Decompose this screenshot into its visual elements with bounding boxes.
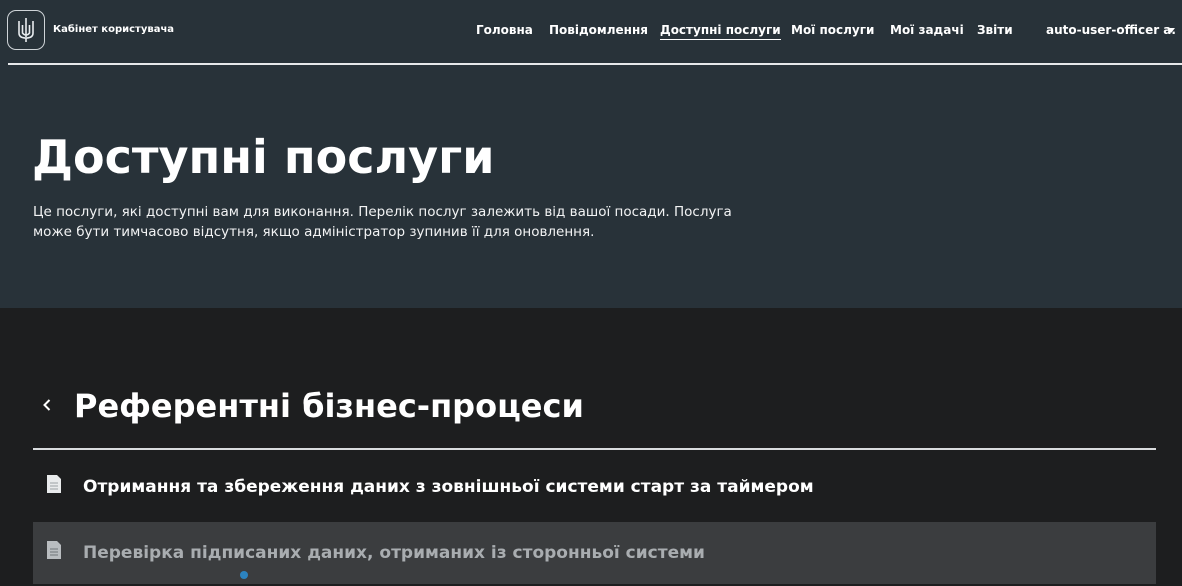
section-divider [33, 448, 1156, 450]
service-item-label: Перевірка підписаних даних, отриманих із… [83, 543, 705, 563]
service-item-label: Отримання та збереження даних з зовнішнь… [83, 477, 814, 497]
nav-my-tasks[interactable]: Мої задачі [890, 23, 964, 37]
page-description: Це послуги, які доступні вам для виконан… [33, 204, 732, 240]
nav-reports[interactable]: Звіти [977, 23, 1013, 37]
service-item[interactable]: Отримання та збереження даних з зовнішнь… [33, 456, 1156, 518]
nav-home[interactable]: Головна [476, 23, 533, 37]
nav-available-services[interactable]: Доступні послуги [660, 23, 781, 40]
nav-my-services[interactable]: Мої послуги [791, 23, 874, 37]
section-title: Референтні бізнес-процеси [74, 387, 584, 425]
page-title: Доступні послуги [32, 130, 495, 184]
caret-down-icon[interactable] [1167, 28, 1175, 33]
page-header: Кабінет користувача Головна Повідомлення… [0, 0, 1182, 308]
header-divider [8, 63, 1182, 65]
user-menu[interactable]: auto-user-officer a. [1046, 23, 1176, 37]
mouse-cursor [240, 571, 248, 579]
service-item[interactable]: Перевірка підписаних даних, отриманих із… [33, 522, 1156, 584]
nav-notifications[interactable]: Повідомлення [549, 23, 648, 37]
main-nav: Головна Повідомлення Доступні послуги Мо… [0, 23, 1182, 41]
chevron-left-icon-svg [43, 399, 51, 411]
chevron-left-icon[interactable] [38, 394, 56, 416]
top-bar: Кабінет користувача Головна Повідомлення… [0, 0, 1182, 64]
document-icon [47, 475, 61, 493]
document-icon [47, 541, 61, 559]
